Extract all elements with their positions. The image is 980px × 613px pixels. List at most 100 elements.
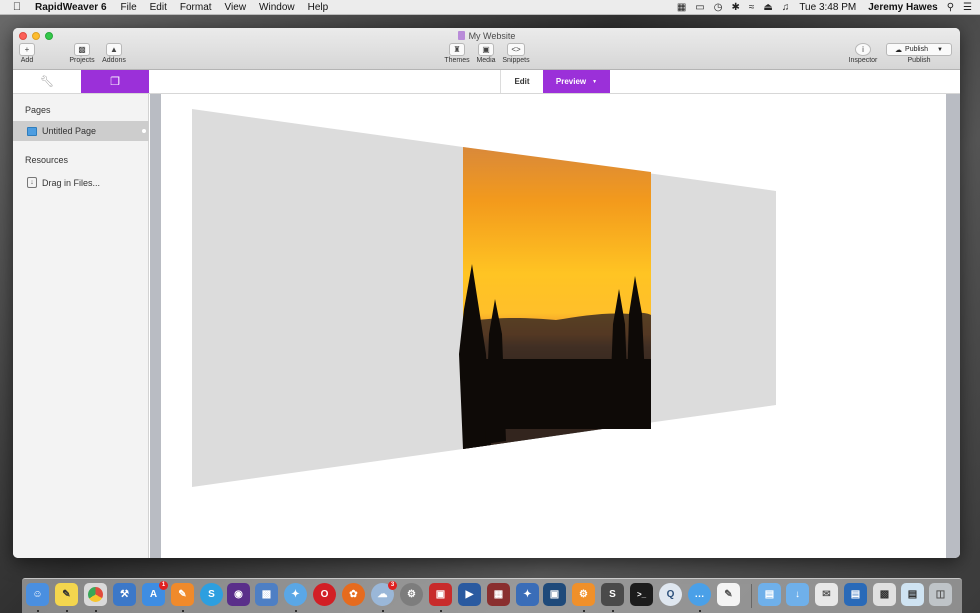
publish-button[interactable]: ☁ Publish ▼ Publish xyxy=(886,43,952,64)
media-button[interactable]: ▣ Media xyxy=(475,43,497,64)
downloads-folder-icon[interactable]: ↓ xyxy=(786,583,809,606)
chevron-down-icon: ▼ xyxy=(937,46,943,53)
menu-view[interactable]: View xyxy=(225,2,247,13)
tab-pages[interactable]: ❐ xyxy=(81,70,149,93)
running-indicator xyxy=(583,610,585,612)
menu-user[interactable]: Jeremy Hawes xyxy=(868,2,938,13)
chrome-icon[interactable] xyxy=(84,583,107,606)
firefox-icon[interactable]: ✿ xyxy=(342,583,365,606)
time-machine-icon[interactable]: ◷ xyxy=(714,2,723,13)
xcode-icon[interactable]: ⚒ xyxy=(113,583,136,606)
bluetooth-icon[interactable]: ✱ xyxy=(731,2,739,13)
running-indicator xyxy=(699,610,701,612)
tab-preview[interactable]: Preview ▼ xyxy=(543,70,610,93)
running-indicator xyxy=(182,610,184,612)
imovie-icon[interactable]: ▶ xyxy=(458,583,481,606)
remote-desktop-icon[interactable]: ▣ xyxy=(429,583,452,606)
title-bar: My Website + Add ▩ Projects ▲ Addons ♜ T… xyxy=(13,28,960,70)
quicktime-icon[interactable]: Q xyxy=(659,583,682,606)
drag-in-files[interactable]: ↓ Drag in Files... xyxy=(27,177,100,188)
running-indicator xyxy=(440,610,442,612)
projects-label: Projects xyxy=(69,57,95,64)
screenshot-icon[interactable]: ▩ xyxy=(255,583,278,606)
snippets-button[interactable]: <> Snippets xyxy=(500,43,532,64)
desktop-stack-icon[interactable]: ▩ xyxy=(873,583,896,606)
app-store-badge: 1 xyxy=(159,581,168,590)
running-indicator xyxy=(95,610,97,612)
applications-folder-icon[interactable]: ▤ xyxy=(758,583,781,606)
eject-icon[interactable]: ⏏ xyxy=(763,2,772,13)
cloud-app-icon[interactable]: ☁ 3 xyxy=(371,581,397,606)
menu-file[interactable]: File xyxy=(121,2,137,13)
pages-header: Pages xyxy=(25,105,51,115)
pages-icon[interactable]: ✎ xyxy=(171,583,194,606)
running-indicator xyxy=(382,610,384,612)
snippets-label: Snippets xyxy=(502,57,530,64)
media-label: Media xyxy=(476,57,496,64)
page-status-dot xyxy=(142,129,146,133)
tab-site-settings[interactable]: 🔧︎ xyxy=(13,70,81,93)
publish-button-text: Publish xyxy=(905,46,928,53)
tab-strip: 🔧︎ ❐ Edit Preview ▼ xyxy=(13,70,960,94)
system-preferences-icon[interactable]: ⚙ xyxy=(400,583,423,606)
document-icon xyxy=(457,31,465,40)
airplay-icon[interactable]: ▭ xyxy=(695,2,704,13)
themes-button[interactable]: ♜ Themes xyxy=(443,43,471,64)
app-window: My Website + Add ▩ Projects ▲ Addons ♜ T… xyxy=(13,28,960,558)
inspector-button[interactable]: i Inspector xyxy=(846,43,880,64)
menu-bar:  RapidWeaver 6 File Edit Format View Wi… xyxy=(0,0,980,15)
publish-icon: ☁ xyxy=(895,46,903,54)
tab-edit[interactable]: Edit xyxy=(500,70,543,93)
themes-label: Themes xyxy=(444,57,470,64)
screenshots-stack-icon[interactable]: ▤ xyxy=(901,583,924,606)
mail-stack-icon[interactable]: ✉ xyxy=(815,583,838,606)
photo-booth-icon[interactable]: ◉ xyxy=(227,583,250,606)
plus-icon: + xyxy=(19,43,35,56)
volume-icon[interactable]: ♫ xyxy=(782,2,790,13)
inspector-label: Inspector xyxy=(848,57,878,64)
sublime-text-icon[interactable]: S xyxy=(601,583,624,606)
menu-app-name[interactable]: RapidWeaver 6 xyxy=(35,2,107,13)
window-title: My Website xyxy=(13,31,960,41)
running-indicator xyxy=(295,610,297,612)
projects-button[interactable]: ▩ Projects xyxy=(68,43,96,64)
addons-button[interactable]: ▲ Addons xyxy=(101,43,127,64)
running-indicator xyxy=(37,610,39,612)
wifi-icon[interactable]: ≈ xyxy=(749,2,755,13)
documents-stack-icon[interactable]: ▤ xyxy=(844,583,867,606)
stickies-icon[interactable]: ✎ xyxy=(55,583,78,606)
apple-menu-icon[interactable]:  xyxy=(11,1,23,13)
dock-separator xyxy=(751,584,752,608)
themes-icon: ♜ xyxy=(449,43,465,56)
menu-edit[interactable]: Edit xyxy=(150,2,167,13)
finder-icon[interactable]: ☺ xyxy=(26,583,49,606)
terminal-icon[interactable]: >_ xyxy=(630,583,653,606)
menu-format[interactable]: Format xyxy=(180,2,212,13)
textedit-icon[interactable]: ✎ xyxy=(717,583,740,606)
notification-center-icon[interactable]: ☰ xyxy=(963,2,972,13)
menu-help[interactable]: Help xyxy=(308,2,329,13)
sidebar-item-untitled-page[interactable]: Untitled Page xyxy=(13,121,149,141)
preview-area xyxy=(150,94,960,558)
twitter-icon[interactable]: ✦ xyxy=(516,583,539,606)
code-brackets-icon: <> xyxy=(507,43,525,56)
trash-icon[interactable]: ◫ xyxy=(929,583,952,606)
window-title-text: My Website xyxy=(468,31,516,41)
spaces-icon[interactable]: ▣ xyxy=(543,583,566,606)
app-store-icon[interactable]: A1 xyxy=(142,581,168,606)
settings-icon[interactable]: ⚙ xyxy=(572,583,595,606)
preview-label: Preview xyxy=(555,77,587,86)
safari-icon[interactable]: ✦ xyxy=(284,583,307,606)
menu-window[interactable]: Window xyxy=(259,2,295,13)
pages-stack-icon: ❐ xyxy=(110,76,120,88)
opera-icon[interactable]: O xyxy=(313,583,336,606)
add-button[interactable]: + Add xyxy=(18,43,36,64)
wrench-icon: 🔧︎ xyxy=(40,76,54,88)
skype-icon[interactable]: S xyxy=(200,583,223,606)
messages-icon[interactable]: … xyxy=(688,583,711,606)
media-icon: ▣ xyxy=(478,43,494,56)
spotlight-search-icon[interactable]: ⚲ xyxy=(947,2,954,13)
calendar-menu-icon[interactable]: ▦ xyxy=(677,2,686,13)
menu-clock[interactable]: Tue 3:48 PM xyxy=(799,2,856,13)
photo-slideshow-icon[interactable]: ▦ xyxy=(487,583,510,606)
